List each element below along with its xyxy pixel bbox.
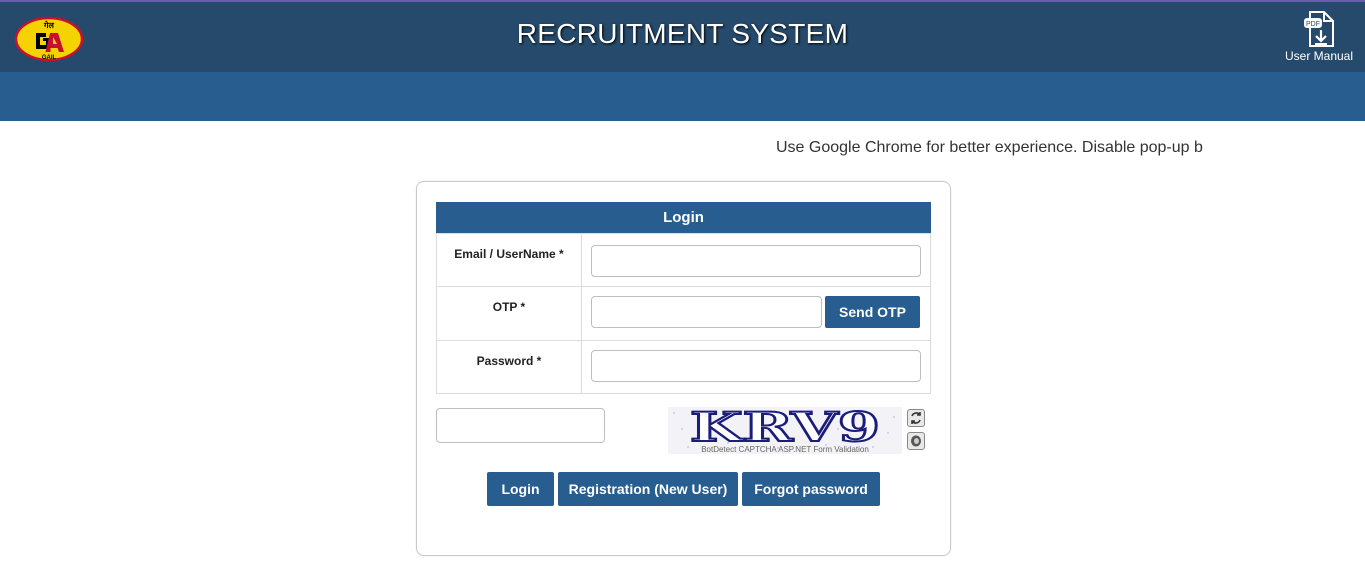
- user-manual-link[interactable]: PDF User Manual: [1280, 10, 1358, 68]
- captcha-audio-icon[interactable]: [907, 432, 925, 450]
- email-username-input[interactable]: [591, 245, 921, 277]
- navigation-bar: [0, 72, 1365, 121]
- password-input[interactable]: [591, 350, 921, 382]
- password-label: Password *: [436, 340, 582, 394]
- captcha-image: KRV9 BotDetect CAPTCHA ASP.NET Form Vali…: [668, 407, 902, 454]
- svg-text:PDF: PDF: [1306, 21, 1320, 28]
- send-otp-button[interactable]: Send OTP: [825, 296, 920, 328]
- top-header-bar: गेल GAIL RECRUITMENT SYSTEM PDF User Man…: [0, 0, 1365, 72]
- otp-row: OTP * Send OTP: [436, 286, 931, 341]
- captcha-input[interactable]: [436, 408, 605, 443]
- captcha-footer: BotDetect CAPTCHA ASP.NET Form Validatio…: [701, 445, 869, 454]
- app-title: RECRUITMENT SYSTEM: [516, 18, 849, 49]
- pdf-download-icon: PDF: [1304, 11, 1334, 47]
- captcha-reload-icon[interactable]: [907, 409, 925, 427]
- email-row: Email / UserName *: [436, 233, 931, 287]
- user-manual-label: User Manual: [1284, 49, 1354, 63]
- otp-label: OTP *: [436, 286, 582, 341]
- password-row: Password *: [436, 340, 931, 394]
- logo-text-bottom: GAIL: [42, 55, 57, 61]
- registration-button[interactable]: Registration (New User): [558, 472, 738, 506]
- email-label: Email / UserName *: [436, 233, 582, 287]
- browser-notice-marquee: Use Google Chrome for better experience.…: [776, 139, 1203, 156]
- login-button[interactable]: Login: [487, 472, 554, 506]
- otp-input[interactable]: [591, 296, 822, 328]
- login-form-table: Email / UserName * OTP * Send OTP Passwo…: [436, 233, 931, 394]
- login-panel-title: Login: [436, 202, 931, 233]
- forgot-password-button[interactable]: Forgot password: [742, 472, 880, 506]
